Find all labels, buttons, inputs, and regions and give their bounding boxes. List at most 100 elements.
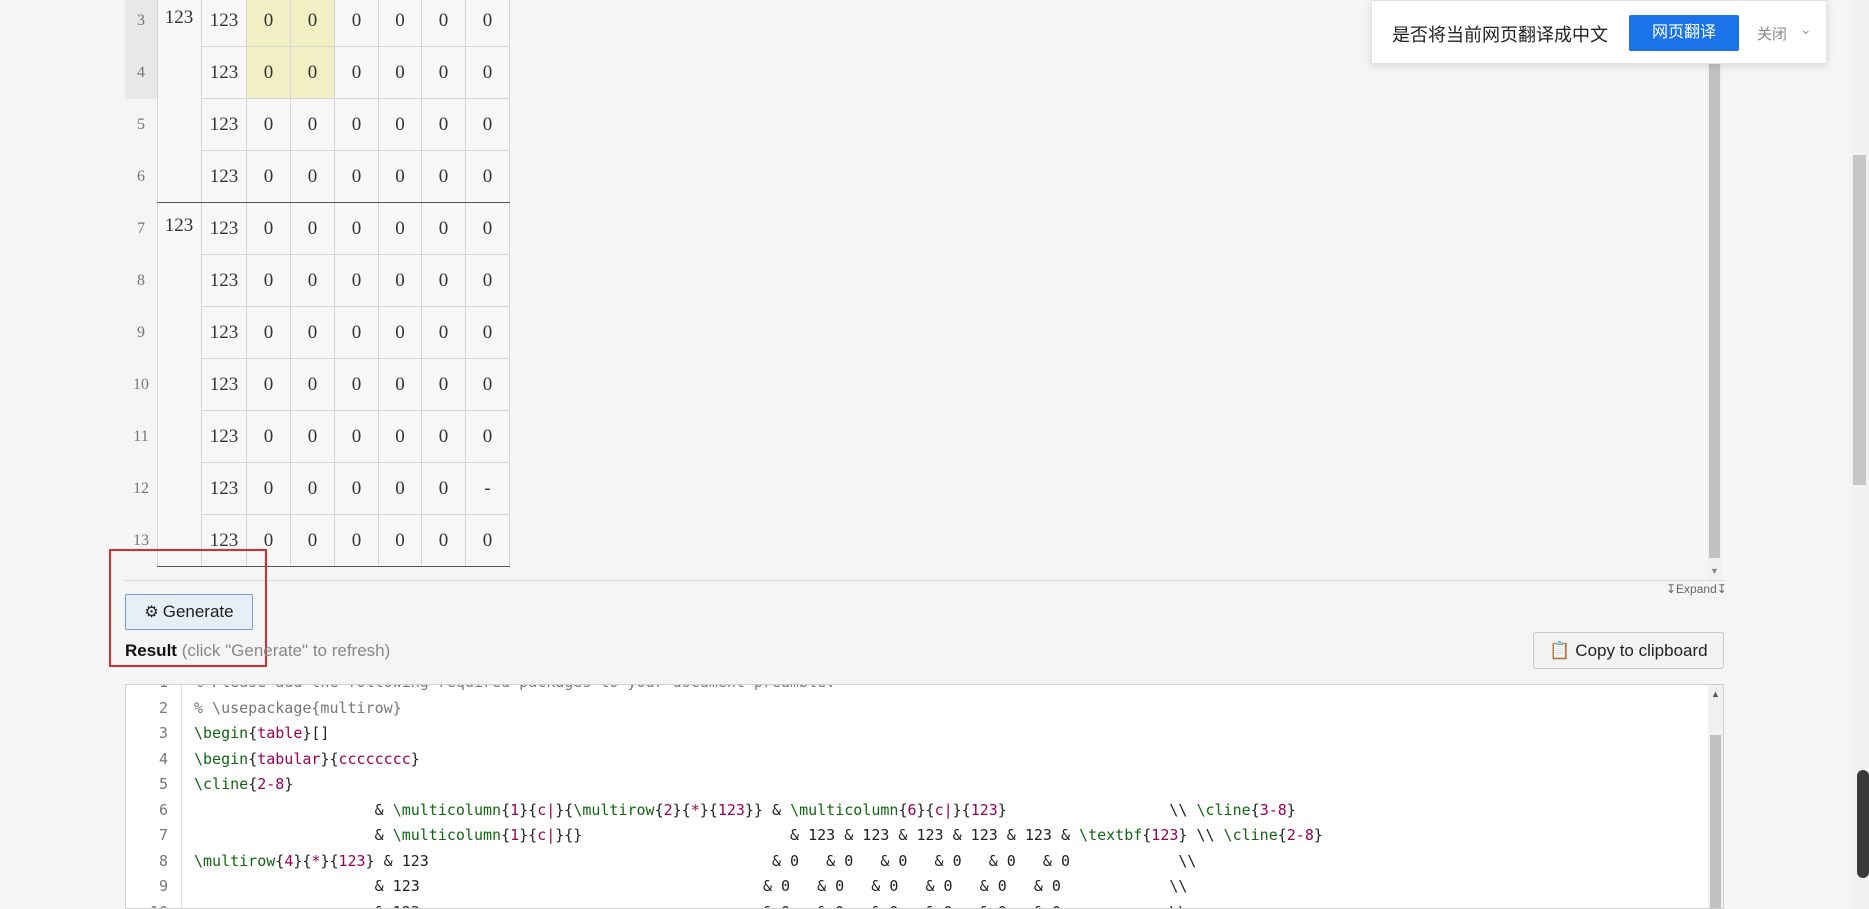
- table-cell[interactable]: 0: [335, 411, 379, 463]
- table-cell[interactable]: 0: [379, 515, 422, 567]
- table-cell[interactable]: 0: [335, 203, 379, 255]
- table-cell[interactable]: 0: [247, 463, 291, 515]
- table-cell[interactable]: 0: [335, 359, 379, 411]
- table-cell[interactable]: 0: [466, 515, 510, 567]
- table-cell[interactable]: 123: [202, 255, 247, 307]
- table-cell[interactable]: 0: [291, 515, 335, 567]
- table-cell[interactable]: 0: [335, 515, 379, 567]
- table-cell[interactable]: 0: [379, 411, 422, 463]
- table-cell[interactable]: 0: [291, 99, 335, 151]
- table-cell[interactable]: 0: [379, 0, 422, 47]
- chevron-down-icon[interactable]: ⌄: [1800, 21, 1812, 38]
- table-cell[interactable]: 0: [291, 255, 335, 307]
- table-cell[interactable]: 123: [157, 0, 202, 47]
- table-cell[interactable]: 0: [291, 0, 335, 47]
- table-cell[interactable]: 0: [379, 99, 422, 151]
- table-cell[interactable]: 0: [422, 463, 466, 515]
- table-cell[interactable]: 0: [466, 151, 510, 203]
- table-cell[interactable]: 0: [466, 203, 510, 255]
- table-cell[interactable]: 0: [379, 307, 422, 359]
- table-cell[interactable]: 0: [335, 463, 379, 515]
- table-cell[interactable]: 0: [247, 203, 291, 255]
- scroll-down-arrow-icon[interactable]: ▼: [1710, 566, 1719, 576]
- table-cell[interactable]: 0: [422, 203, 466, 255]
- table-cell[interactable]: 0: [291, 151, 335, 203]
- close-translate-button[interactable]: 关闭: [1757, 23, 1787, 44]
- table-cell[interactable]: 0: [291, 463, 335, 515]
- table-cell[interactable]: 0: [379, 255, 422, 307]
- table-cell[interactable]: 0: [335, 255, 379, 307]
- table-cell[interactable]: 123: [202, 307, 247, 359]
- table-cell[interactable]: [157, 307, 202, 359]
- table-cell[interactable]: 0: [466, 0, 510, 47]
- table-cell[interactable]: 0: [422, 359, 466, 411]
- table-cell[interactable]: [157, 359, 202, 411]
- row-number: 8: [137, 272, 145, 289]
- table-cell[interactable]: 0: [247, 411, 291, 463]
- table-cell[interactable]: 123: [202, 0, 247, 47]
- editor-scrollbar-thumb[interactable]: [1710, 735, 1721, 908]
- table-cell[interactable]: 0: [247, 0, 291, 47]
- table-cell[interactable]: 0: [422, 0, 466, 47]
- table-cell[interactable]: 0: [466, 47, 510, 99]
- table-cell[interactable]: 123: [202, 151, 247, 203]
- copy-to-clipboard-button[interactable]: 📋 Copy to clipboard: [1533, 632, 1724, 669]
- table-cell[interactable]: 0: [466, 307, 510, 359]
- table-scrollbar-thumb[interactable]: [1709, 62, 1720, 558]
- table-cell[interactable]: 0: [335, 151, 379, 203]
- table-cell[interactable]: 123: [202, 359, 247, 411]
- table-cell[interactable]: 0: [291, 411, 335, 463]
- table-cell[interactable]: 0: [291, 47, 335, 99]
- scroll-up-arrow-icon[interactable]: ▲: [1711, 689, 1720, 699]
- table-cell[interactable]: 123: [202, 99, 247, 151]
- table-cell[interactable]: 0: [247, 255, 291, 307]
- table-cell[interactable]: 0: [379, 151, 422, 203]
- table-cell[interactable]: [157, 411, 202, 463]
- table-cell[interactable]: 0: [247, 47, 291, 99]
- table-cell[interactable]: 0: [422, 255, 466, 307]
- side-widget-icon[interactable]: [1857, 770, 1869, 878]
- table-cell[interactable]: -: [466, 463, 510, 515]
- table-cell[interactable]: 123: [202, 47, 247, 99]
- table-cell[interactable]: [157, 255, 202, 307]
- table-cell[interactable]: 0: [466, 99, 510, 151]
- table-cell[interactable]: 0: [466, 411, 510, 463]
- table-cell[interactable]: 0: [379, 47, 422, 99]
- table-cell[interactable]: [157, 47, 202, 99]
- table-cell[interactable]: 0: [335, 0, 379, 47]
- expand-toggle[interactable]: ↧Expand↧: [1666, 582, 1727, 596]
- table-cell[interactable]: 0: [422, 99, 466, 151]
- table-cell[interactable]: 0: [335, 307, 379, 359]
- table-cell[interactable]: 0: [247, 307, 291, 359]
- table-cell[interactable]: 0: [247, 359, 291, 411]
- table-cell[interactable]: 0: [379, 463, 422, 515]
- table-cell[interactable]: 0: [466, 359, 510, 411]
- table-cell[interactable]: 0: [379, 203, 422, 255]
- table-cell[interactable]: [157, 151, 202, 203]
- table-cell[interactable]: 0: [247, 151, 291, 203]
- table-cell[interactable]: 0: [422, 47, 466, 99]
- table-cell[interactable]: [157, 99, 202, 151]
- table-cell[interactable]: 0: [247, 99, 291, 151]
- table-cell[interactable]: 0: [291, 203, 335, 255]
- table-cell[interactable]: 0: [422, 411, 466, 463]
- table-cell[interactable]: 0: [291, 359, 335, 411]
- table-cell[interactable]: 0: [422, 307, 466, 359]
- table-cell[interactable]: 0: [379, 359, 422, 411]
- table-scrollbar[interactable]: ▼: [1707, 0, 1722, 580]
- translate-page-button[interactable]: 网页翻译: [1629, 15, 1739, 51]
- latex-code-editor[interactable]: 1 2 3 4 5 6 7 8 9 10 % Please add the following r…: [125, 684, 1724, 909]
- table-cell[interactable]: 0: [335, 99, 379, 151]
- table-cell[interactable]: 0: [422, 515, 466, 567]
- table-cell[interactable]: 123: [157, 203, 202, 255]
- table-cell[interactable]: 0: [422, 151, 466, 203]
- table-cell[interactable]: 123: [202, 411, 247, 463]
- table-cell[interactable]: 123: [202, 463, 247, 515]
- table-cell[interactable]: 0: [291, 307, 335, 359]
- page-scrollbar-thumb[interactable]: [1853, 155, 1866, 485]
- editor-scrollbar[interactable]: ▲: [1708, 685, 1723, 908]
- table-cell[interactable]: 0: [466, 255, 510, 307]
- table-cell[interactable]: 123: [202, 203, 247, 255]
- table-cell[interactable]: 0: [335, 47, 379, 99]
- table-cell[interactable]: [157, 463, 202, 515]
